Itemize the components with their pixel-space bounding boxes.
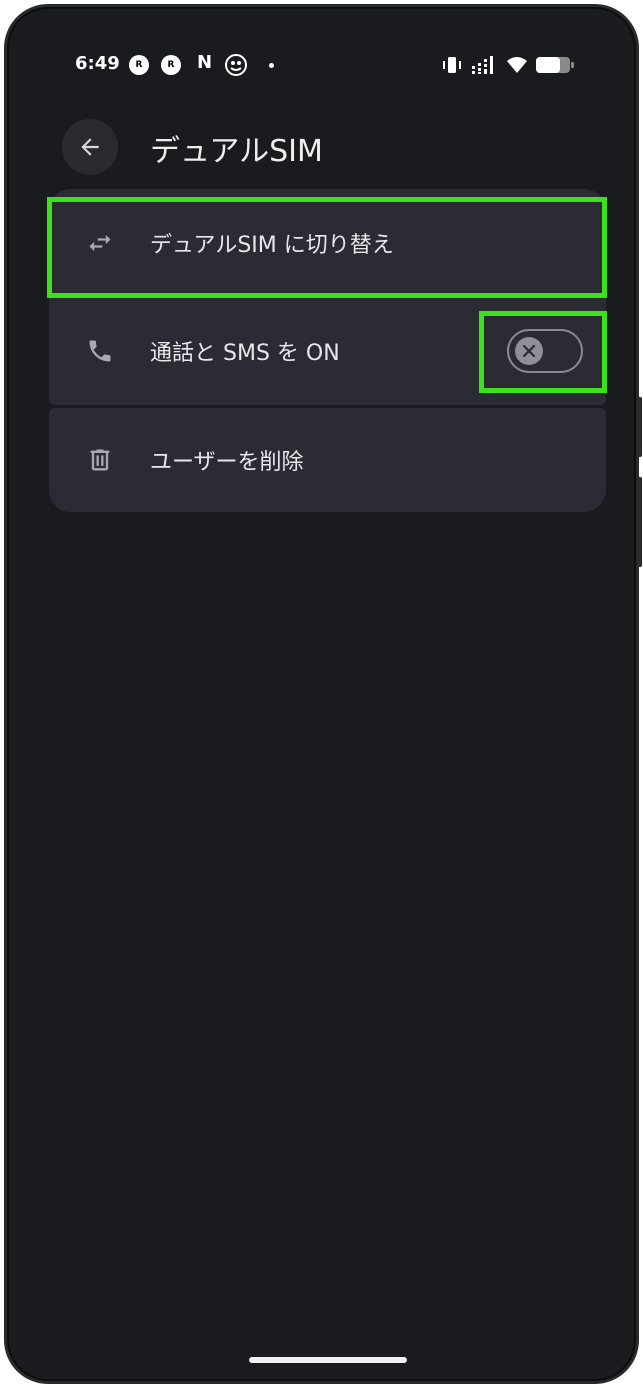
signal-icon xyxy=(471,55,497,75)
battery-icon xyxy=(535,55,575,75)
volume-button xyxy=(637,397,642,457)
delete-user-row[interactable]: ユーザーを削除 xyxy=(49,408,606,512)
status-bar: 6:49 R R N xyxy=(21,49,622,83)
highlight-box xyxy=(479,311,607,393)
delete-user-card: ユーザーを削除 xyxy=(49,408,606,512)
rakuten-link-icon: R xyxy=(161,55,181,75)
phone-icon xyxy=(85,336,115,366)
arrow-left-icon xyxy=(81,138,99,156)
phone-frame: 6:49 R R N デュアルSIM デュアルSIM に切り替え 通話と SMS… xyxy=(4,4,642,1384)
home-indicator[interactable] xyxy=(249,1357,407,1363)
back-button[interactable] xyxy=(62,119,118,175)
screen: 6:49 R R N デュアルSIM デュアルSIM に切り替え 通話と SMS… xyxy=(21,21,622,1367)
power-button xyxy=(637,477,642,567)
page-title: デュアルSIM xyxy=(150,134,323,169)
trash-icon xyxy=(85,445,115,475)
netflix-icon: N xyxy=(197,51,213,73)
vibrate-icon xyxy=(441,55,463,75)
app-icon xyxy=(225,54,247,76)
notification-dot-icon xyxy=(269,55,274,75)
delete-user-label: ユーザーを削除 xyxy=(150,450,304,475)
rakuten-link-icon: R xyxy=(129,55,149,75)
calls-sms-label: 通話と SMS を ON xyxy=(150,341,340,366)
wifi-icon xyxy=(505,55,529,75)
highlight-box xyxy=(47,197,607,298)
status-time: 6:49 xyxy=(75,53,120,74)
